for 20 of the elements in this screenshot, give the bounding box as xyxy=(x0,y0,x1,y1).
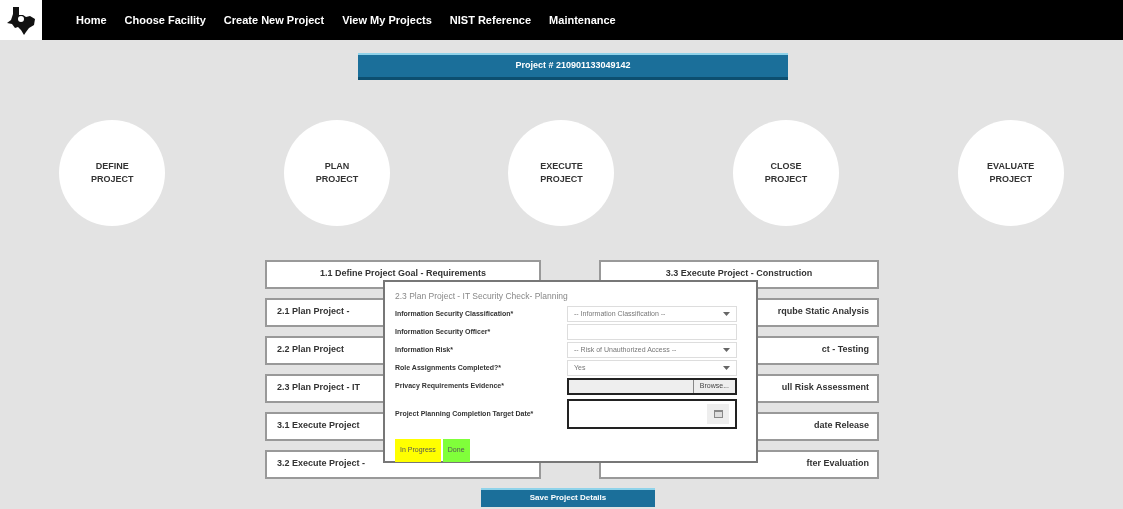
project-number-header: Project # 210901133049142 xyxy=(358,55,788,80)
state-map-logo-icon[interactable] xyxy=(5,5,37,35)
nav-link[interactable]: NIST Reference xyxy=(449,11,532,29)
phase-circle[interactable]: DEFINE PROJECT xyxy=(59,119,166,226)
dropdown-caret-icon xyxy=(723,311,730,317)
nav-link[interactable]: Home xyxy=(76,11,107,29)
phase-circle[interactable]: PLAN PROJECT xyxy=(283,119,390,226)
calendar-icon[interactable] xyxy=(713,410,723,419)
nav-link[interactable]: Choose Facility xyxy=(124,11,206,29)
phase-circle[interactable]: EVALUATE PROJECT xyxy=(957,119,1064,226)
save-button[interactable]: Save Project Details xyxy=(481,487,655,507)
dropdown-caret-icon xyxy=(723,347,730,353)
nav-link[interactable]: Maintenance xyxy=(549,11,616,29)
date-field[interactable] xyxy=(567,399,737,430)
dialog-title: 2.3 Plan Project - IT Security Check- Planning xyxy=(395,289,569,303)
nav-link[interactable]: Create New Project xyxy=(223,11,325,29)
input-field[interactable] xyxy=(567,324,737,341)
nav-link[interactable]: View My Projects xyxy=(342,11,432,29)
phase-circle[interactable]: EXECUTE PROJECT xyxy=(508,119,615,226)
phase-circle[interactable]: CLOSE PROJECT xyxy=(733,119,840,226)
